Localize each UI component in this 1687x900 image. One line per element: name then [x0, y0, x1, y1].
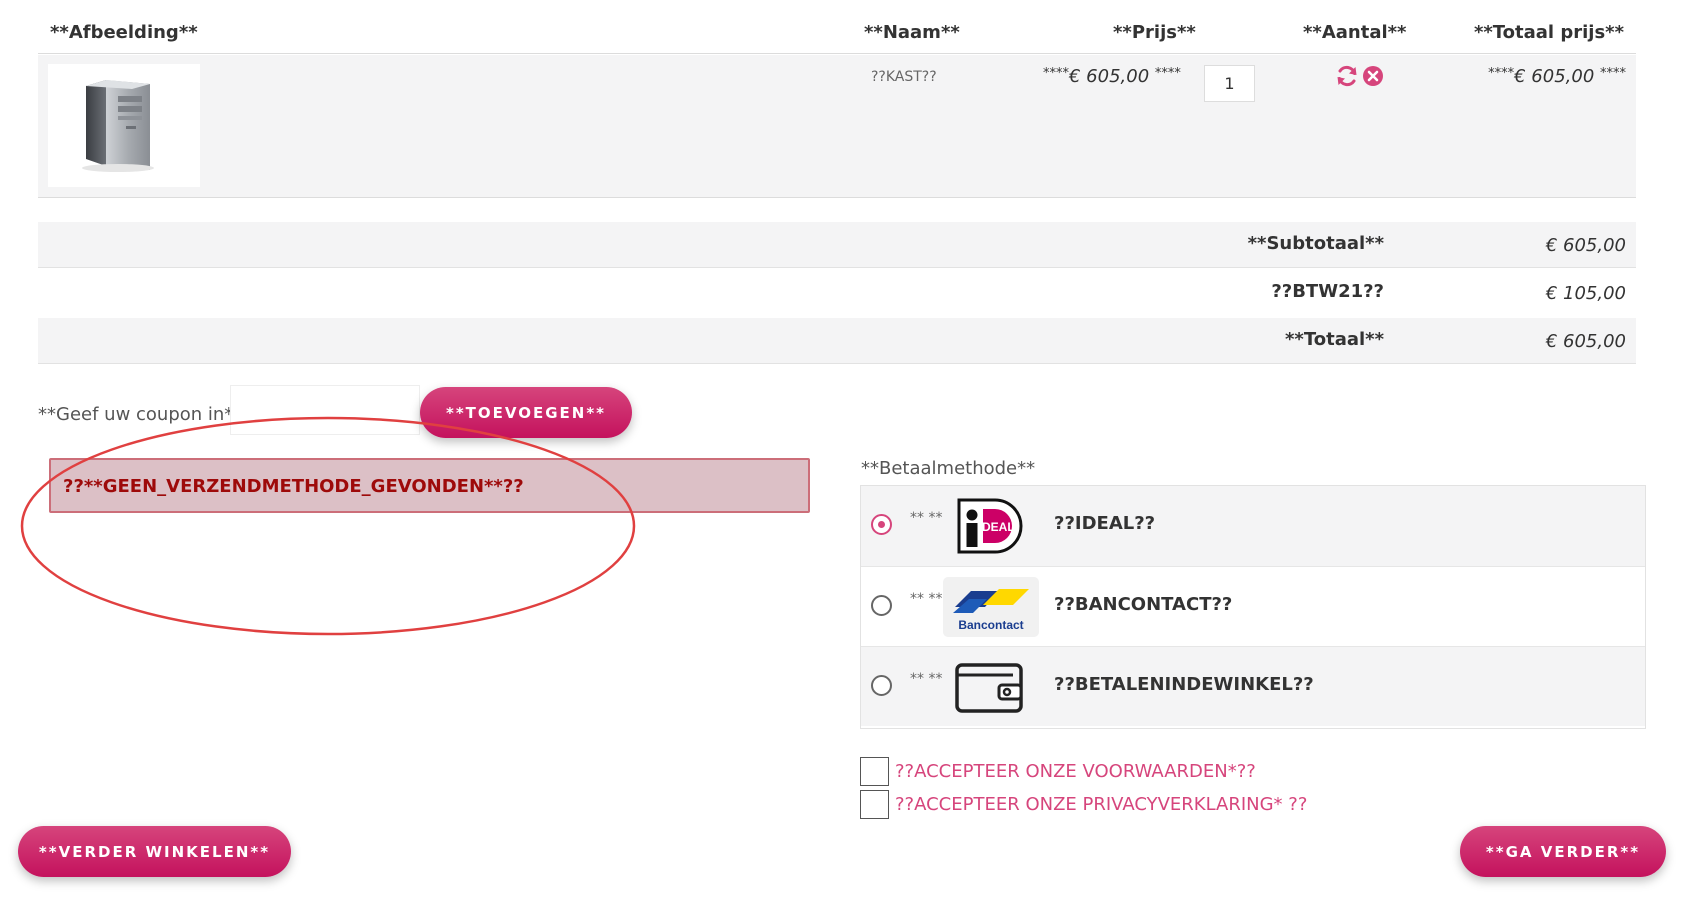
- subtotal-row: **Subtotaal** € 605,00: [38, 222, 1636, 268]
- header-price: **Prijs**: [1113, 22, 1196, 43]
- price-value: € 605,00: [1069, 66, 1150, 87]
- product-image: [48, 64, 200, 187]
- option-dots: ** **: [910, 591, 943, 607]
- option-dots: ** **: [910, 671, 943, 687]
- bancontact-radio[interactable]: [871, 595, 892, 616]
- total-value: € 605,00: [1545, 331, 1626, 352]
- ideal-radio[interactable]: [871, 514, 892, 535]
- coupon-label: **Geef uw coupon in**: [38, 404, 243, 425]
- payment-method-label: **Betaalmethode**: [861, 458, 1036, 479]
- bancontact-logo-text: Bancontact: [958, 618, 1023, 632]
- payment-name-ideal: ??IDEAL??: [1054, 513, 1156, 534]
- header-total-price: **Totaal prijs**: [1473, 22, 1624, 43]
- privacy-label[interactable]: ??ACCEPTEER ONZE PRIVACYVERKLARING* ??: [895, 794, 1307, 815]
- payment-name-pay-in-store: ??BETALENINDEWINKEL??: [1054, 674, 1314, 695]
- vat-row: ??BTW21?? € 105,00: [38, 270, 1636, 316]
- product-price: ****€ 605,00 ****: [1043, 66, 1181, 87]
- no-shipping-method-alert: ??**GEEN_VERZENDMETHODE_GEVONDEN**??: [49, 458, 810, 513]
- header-image: **Afbeelding**: [50, 22, 198, 43]
- price-prefix: ****: [1043, 66, 1069, 81]
- total-label: **Totaal**: [1285, 329, 1384, 350]
- vat-label: ??BTW21??: [1271, 281, 1384, 302]
- add-coupon-button[interactable]: **TOEVOEGEN**: [420, 387, 632, 438]
- annotation-ellipse: [20, 416, 636, 636]
- product-name: ??KAST??: [871, 69, 937, 85]
- proceed-button[interactable]: **GA VERDER**: [1460, 826, 1666, 877]
- terms-checkbox[interactable]: [860, 757, 889, 786]
- vat-value: € 105,00: [1545, 283, 1626, 304]
- payment-option-bancontact[interactable]: ** ** Bancontact ??BANCONTACT??: [861, 566, 1645, 646]
- subtotal-value: € 605,00: [1545, 235, 1626, 256]
- terms-label[interactable]: ??ACCEPTEER ONZE VOORWAARDEN*??: [895, 761, 1256, 782]
- payment-methods-list: ** ** DEAL ??IDEAL?? ** ** Bancontact ??…: [860, 485, 1646, 729]
- privacy-checkbox[interactable]: [860, 790, 889, 819]
- total-value: € 605,00: [1514, 66, 1595, 87]
- cart-product-row: ??KAST?? ****€ 605,00 **** ****€ 605,00 …: [38, 55, 1636, 198]
- svg-text:DEAL: DEAL: [982, 520, 1015, 534]
- continue-shopping-button[interactable]: **VERDER WINKELEN**: [18, 826, 291, 877]
- header-name: **Naam**: [864, 22, 960, 43]
- ideal-logo: DEAL: [957, 498, 1023, 554]
- price-suffix: ****: [1154, 66, 1181, 81]
- payment-option-pay-in-store[interactable]: ** ** ??BETALENINDEWINKEL??: [861, 646, 1645, 726]
- wallet-icon: [955, 663, 1023, 713]
- subtotal-label: **Subtotaal**: [1247, 233, 1384, 254]
- coupon-input[interactable]: [230, 385, 420, 435]
- payment-name-bancontact: ??BANCONTACT??: [1054, 594, 1233, 615]
- pay-in-store-radio[interactable]: [871, 675, 892, 696]
- total-prefix: ****: [1488, 66, 1515, 81]
- option-dots: ** **: [910, 510, 943, 526]
- quantity-input[interactable]: [1204, 65, 1255, 102]
- bancontact-logo: Bancontact: [943, 577, 1039, 637]
- total-row: **Totaal** € 605,00: [38, 318, 1636, 364]
- total-suffix: ****: [1600, 66, 1626, 81]
- computer-case-icon: [82, 80, 154, 172]
- payment-option-ideal[interactable]: ** ** DEAL ??IDEAL??: [861, 486, 1645, 566]
- refresh-icon[interactable]: [1335, 64, 1359, 88]
- alert-message: ??**GEEN_VERZENDMETHODE_GEVONDEN**??: [63, 476, 524, 497]
- product-total-price: ****€ 605,00 ****: [1488, 66, 1626, 87]
- cart-table-header: **Afbeelding** **Naam** **Prijs** **Aant…: [38, 16, 1636, 54]
- header-quantity: **Aantal**: [1303, 22, 1407, 43]
- remove-icon[interactable]: [1362, 65, 1384, 87]
